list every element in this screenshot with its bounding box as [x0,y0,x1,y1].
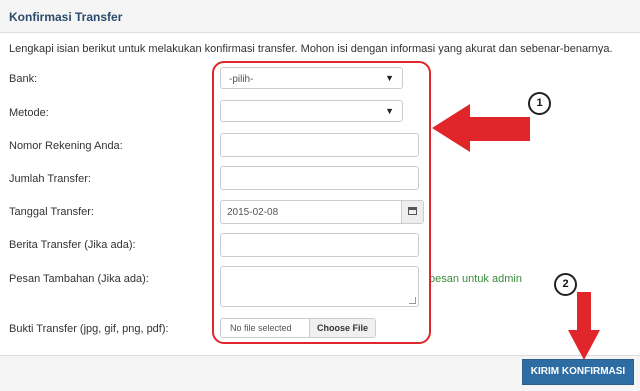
pesan-tambahan-label: Pesan Tambahan (Jika ada): [9,273,149,285]
left-arrow-icon [432,104,530,152]
intro-text: Lengkapi isian berikut untuk melakukan k… [9,43,613,55]
admin-note: pesan untuk admin [429,273,522,285]
berita-transfer-label: Berita Transfer (Jika ada): [9,239,136,251]
panel-header: Konfirmasi Transfer [0,0,640,33]
jumlah-transfer-label: Jumlah Transfer: [9,173,91,185]
submit-button[interactable]: KIRIM KONFIRMASI [522,359,634,385]
panel-title: Konfirmasi Transfer [9,10,123,24]
tanggal-transfer-label: Tanggal Transfer: [9,206,94,218]
annotation-marker-2: 2 [554,273,577,296]
annotation-marker-1: 1 [528,92,551,115]
highlight-box [212,61,431,344]
down-arrow-icon [568,292,600,360]
metode-label: Metode: [9,107,49,119]
bank-label: Bank: [9,73,38,85]
bukti-transfer-label: Bukti Transfer (jpg, gif, png, pdf): [9,323,169,335]
nomor-rekening-label: Nomor Rekening Anda: [9,140,123,152]
